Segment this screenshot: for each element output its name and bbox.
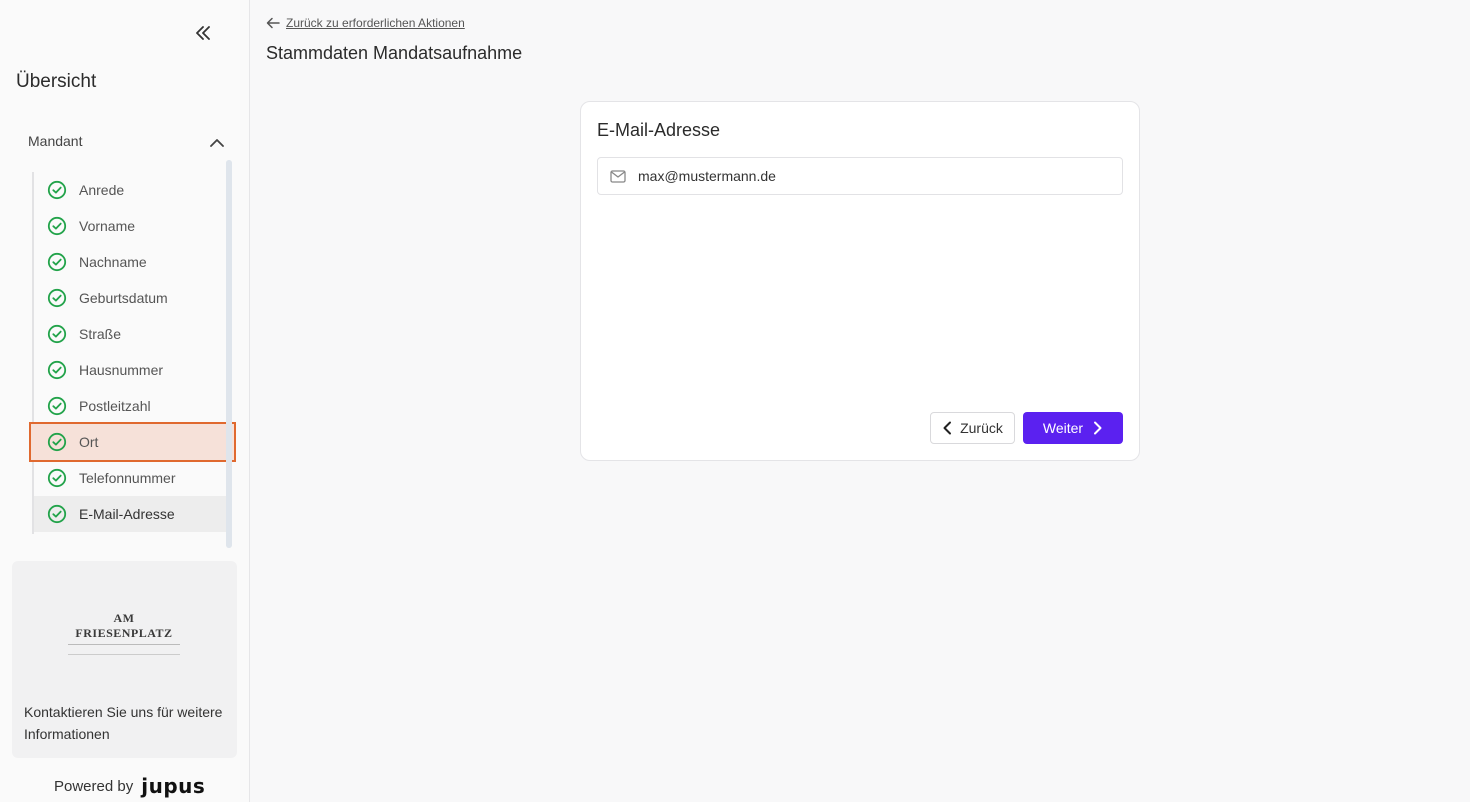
sidebar-item-label: Postleitzahl (79, 398, 151, 414)
sidebar-item-label: Nachname (79, 254, 147, 270)
chevron-left-icon (943, 421, 952, 435)
sidebar-item-ort[interactable]: Ort (29, 422, 236, 462)
mail-icon (610, 169, 626, 183)
contact-card: AM FRIESENPLATZ Kontaktieren Sie uns für… (12, 561, 237, 758)
section-label: Mandant (28, 133, 83, 149)
sidebar-scrollbar[interactable] (226, 160, 232, 548)
email-field[interactable] (597, 157, 1123, 195)
overview-title: Übersicht (16, 71, 97, 92)
arrow-left-icon (266, 17, 280, 29)
app-root: Übersicht Mandant Anrede Vorname Nachnam… (0, 0, 1470, 802)
chevron-right-icon (1094, 421, 1102, 435)
powered-by: Powered by jupus (54, 774, 205, 798)
sidebar-item-nachname[interactable]: Nachname (34, 244, 226, 280)
sidebar-item-telefonnummer[interactable]: Telefonnummer (34, 460, 226, 496)
jupus-logo: jupus (141, 774, 206, 798)
nav-list: Anrede Vorname Nachname Geburtsdatum Str… (29, 172, 236, 534)
sidebar-item-postleitzahl[interactable]: Postleitzahl (34, 388, 226, 424)
sidebar-item-label: E-Mail-Adresse (79, 506, 175, 522)
card-title: E-Mail-Adresse (597, 120, 721, 140)
main-content: Zurück zu erforderlichen Aktionen Stammd… (250, 0, 1470, 802)
back-button[interactable]: Zurück (930, 412, 1015, 444)
chevron-up-icon (210, 135, 224, 151)
sidebar-item-label: Hausnummer (79, 362, 164, 378)
sidebar-item-label: Geburtsdatum (79, 290, 168, 306)
firm-logo-name: AM FRIESENPLATZ (68, 611, 180, 645)
check-circle-icon (47, 432, 67, 452)
check-circle-icon (47, 504, 67, 524)
check-circle-icon (47, 180, 67, 200)
collapse-sidebar-icon[interactable] (192, 22, 214, 44)
back-button-label: Zurück (960, 420, 1003, 436)
check-circle-icon (47, 252, 67, 272)
check-circle-icon (47, 396, 67, 416)
powered-by-label: Powered by (54, 777, 134, 795)
sidebar-item-label: Anrede (79, 182, 125, 198)
firm-logo: AM FRIESENPLATZ (68, 601, 180, 655)
sidebar-item-vorname[interactable]: Vorname (34, 208, 226, 244)
email-input[interactable] (638, 168, 1118, 184)
sidebar-item-anrede[interactable]: Anrede (34, 172, 226, 208)
page-title: Stammdaten Mandatsaufnahme (266, 43, 523, 63)
sidebar-item-hausnummer[interactable]: Hausnummer (34, 352, 226, 388)
sidebar-item-label: Ort (79, 434, 99, 450)
next-button-label: Weiter (1042, 420, 1084, 436)
check-circle-icon (47, 324, 67, 344)
sidebar-item-geburtsdatum[interactable]: Geburtsdatum (34, 280, 226, 316)
back-link-label: Zurück zu erforderlichen Aktionen (286, 16, 465, 30)
check-circle-icon (47, 216, 67, 236)
contact-text: Kontaktieren Sie uns für weitere Informa… (24, 704, 223, 742)
back-to-actions-link[interactable]: Zurück zu erforderlichen Aktionen (266, 16, 465, 30)
sidebar-item-strasse[interactable]: Straße (34, 316, 226, 352)
sidebar-item-label: Telefonnummer (79, 470, 176, 486)
sidebar-item-label: Vorname (79, 218, 136, 234)
next-button[interactable]: Weiter (1023, 412, 1123, 444)
sidebar-item-email-adresse[interactable]: E-Mail-Adresse (34, 496, 226, 532)
check-circle-icon (47, 468, 67, 488)
form-card: E-Mail-Adresse Zurück Weiter (580, 101, 1140, 461)
check-circle-icon (47, 288, 67, 308)
scrollbar-thumb[interactable] (226, 160, 232, 548)
sidebar-item-label: Straße (79, 326, 122, 342)
sidebar: Übersicht Mandant Anrede Vorname Nachnam… (0, 0, 250, 802)
check-circle-icon (47, 360, 67, 380)
section-header-mandant[interactable]: Mandant (28, 130, 224, 156)
